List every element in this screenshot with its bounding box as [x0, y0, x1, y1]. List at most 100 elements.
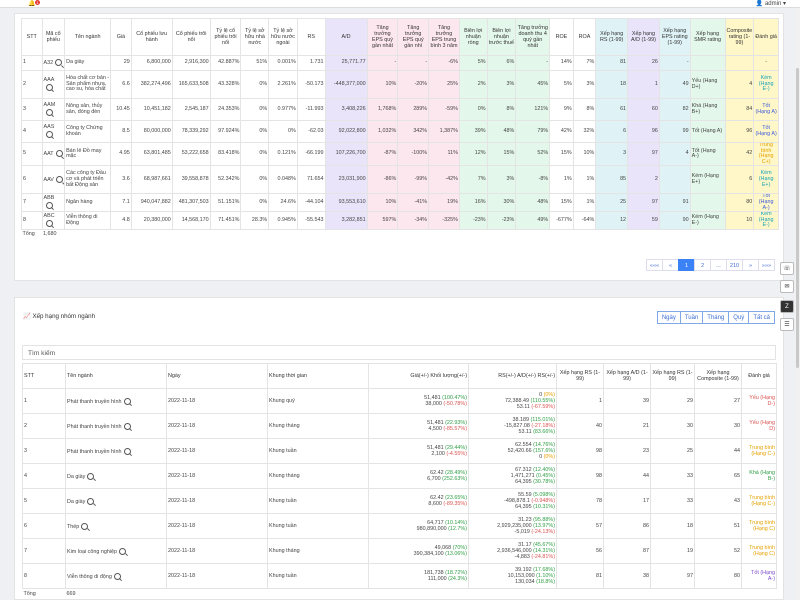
column-header[interactable]: RS(+/-) A/D(+/-) RS(+/-): [468, 363, 557, 389]
stock-code[interactable]: ABC: [44, 213, 55, 219]
table-row[interactable]: 1 Phát thanh truyền hình 2022-11-18 Khung q…: [22, 388, 777, 414]
search-icon[interactable]: [45, 108, 53, 116]
column-header[interactable]: Đánh giá: [753, 18, 779, 56]
column-header[interactable]: Tăng trưởng doanh thu 4 quý gần nhất: [515, 18, 551, 56]
tab-period[interactable]: Ngày: [656, 311, 681, 324]
page-link[interactable]: 210: [726, 259, 743, 271]
column-header[interactable]: Xếp hạng SMR rating: [689, 18, 726, 56]
stock-code[interactable]: AAM: [44, 102, 56, 108]
stock-code[interactable]: ABB: [44, 195, 55, 201]
table-row[interactable]: 7 ABB Ngân hàng 7.1 940,047,882 481,307,503 51…: [21, 193, 779, 213]
column-header[interactable]: STT: [21, 18, 43, 56]
column-header[interactable]: Tăng trưởng EPS trung bình 3 năm: [428, 18, 460, 56]
search-icon[interactable]: [45, 83, 53, 91]
search-icon[interactable]: [119, 547, 127, 555]
table-row[interactable]: 4 Da giày 2022-11-18 Khung tháng 62.42 (28.4…: [22, 463, 777, 489]
page-link[interactable]: «««: [646, 259, 663, 271]
industry-name[interactable]: Thép: [67, 523, 79, 529]
column-header[interactable]: Tăng trưởng EPS quý gần nhất: [366, 18, 399, 56]
page-link[interactable]: 2: [694, 259, 711, 271]
user-menu[interactable]: 👤 admin ▾: [756, 0, 786, 7]
page-link[interactable]: »: [742, 259, 759, 271]
column-header[interactable]: Đánh giá: [741, 363, 777, 389]
column-header[interactable]: Tỷ lệ sở hữu nhà nước: [240, 18, 270, 56]
search-icon[interactable]: [55, 59, 63, 67]
stock-code[interactable]: AAS: [44, 124, 55, 130]
column-header[interactable]: A/D: [324, 18, 368, 56]
page-scrollbar[interactable]: [795, 8, 800, 600]
search-icon[interactable]: [81, 522, 89, 530]
table-row[interactable]: 3 AAM Nông sản, thủy sản, đóng đèn 10.45 10,…: [21, 98, 779, 121]
table-row[interactable]: 5 AAT Bán lẻ Đồ may mặc 4.95 63,801,485 53,22…: [21, 141, 779, 167]
messenger-icon[interactable]: ✉: [780, 280, 794, 293]
search-icon[interactable]: [45, 130, 53, 138]
table-row[interactable]: 5 Da giày 2022-11-18 Khung tuần 62.42 (23.65…: [22, 488, 777, 514]
stock-code[interactable]: A32: [44, 60, 54, 66]
search-icon[interactable]: [123, 397, 131, 405]
column-header[interactable]: Giá: [110, 18, 132, 56]
column-header[interactable]: ROA: [572, 18, 597, 56]
column-header[interactable]: Xếp hạng A/D (1-99): [603, 363, 651, 389]
column-header[interactable]: Ngày: [166, 363, 268, 389]
column-header[interactable]: Xếp hạng RS (1-99): [556, 363, 604, 389]
table-row[interactable]: 2 AAA Hóa chất cơ bản - Sản phẩm nhựa, cao…: [21, 70, 779, 99]
column-header[interactable]: Composite rating (1-99): [724, 18, 755, 56]
search-icon[interactable]: [45, 201, 53, 209]
stock-code[interactable]: AAT: [44, 151, 54, 158]
chat-icon[interactable]: ☰: [780, 318, 794, 331]
search-icon[interactable]: [87, 497, 95, 505]
column-header[interactable]: Biên lợi nhuận trước thuế: [486, 18, 517, 56]
industry-name[interactable]: Da giày: [67, 498, 85, 504]
industry-name[interactable]: Viễn thông di động: [67, 573, 112, 579]
column-header[interactable]: Tên ngành: [64, 18, 112, 56]
tab-period[interactable]: Tháng: [702, 311, 730, 324]
column-header[interactable]: Mã cổ phiếu: [41, 18, 66, 56]
page-link[interactable]: ...: [710, 259, 727, 271]
column-header[interactable]: Biên lợi nhuận ròng: [458, 18, 488, 56]
column-header[interactable]: Tăng trưởng EPS quý gần nhì: [397, 18, 430, 56]
industry-name[interactable]: Phát thanh truyền hình: [67, 448, 122, 454]
column-header[interactable]: Xếp hạng Composite (1-99): [694, 363, 742, 389]
scrollbar-thumb[interactable]: [796, 68, 799, 368]
stock-code[interactable]: AAA: [44, 77, 55, 83]
table-row[interactable]: 8 Viễn thông di động 2022-11-18 Khung tuần 1…: [22, 563, 777, 589]
column-header[interactable]: Tỷ lệ sở hữu nước ngoài: [268, 18, 298, 56]
column-header[interactable]: Tên ngành: [65, 363, 167, 389]
column-header[interactable]: Tỷ lệ cổ phiếu trôi nổi: [209, 18, 242, 56]
column-header[interactable]: Giá(+/-) Khối lượng(+/-): [368, 363, 469, 389]
industry-name[interactable]: Phát thanh truyền hình: [67, 398, 122, 404]
column-header[interactable]: STT: [22, 363, 66, 389]
column-header[interactable]: Khung thời gian: [267, 363, 369, 389]
search-icon[interactable]: [55, 150, 63, 158]
tab-period[interactable]: Tuần: [679, 311, 704, 324]
column-header[interactable]: Xếp hạng RS (1-99): [650, 363, 695, 389]
table-row[interactable]: 4 AAS Công ty Chứng khoán 8.5 80,000,000 78,3…: [21, 120, 779, 143]
search-icon[interactable]: [45, 219, 53, 227]
stock-code[interactable]: AAV: [44, 177, 54, 183]
table-row[interactable]: 6 AAV Các công ty Đầu cơ và phát triển bất…: [21, 165, 779, 195]
table-row[interactable]: 6 Thép 2022-11-18 Khung tuần 64,717 (10.14%)…: [22, 513, 777, 539]
bell-icon[interactable]: 🔔1: [28, 0, 40, 7]
tab-period[interactable]: Tất cả: [748, 311, 775, 324]
search-icon[interactable]: [55, 176, 63, 184]
table-row[interactable]: 8 ABC Viễn thông di Động 4.8 20,380,000 14,56…: [21, 211, 779, 230]
search-icon[interactable]: [113, 572, 121, 580]
zalo-icon[interactable]: Z: [780, 300, 794, 313]
page-link[interactable]: »»»: [758, 259, 775, 271]
page-link[interactable]: 1: [678, 259, 695, 271]
search-icon[interactable]: [123, 422, 131, 430]
table-row[interactable]: 1 A32 Da giày 29 6,800,000 2,916,300 42.887% 51…: [21, 55, 779, 71]
tab-period[interactable]: Quý: [728, 311, 750, 324]
column-header[interactable]: Cổ phiếu lưu hành: [130, 18, 173, 56]
search-icon[interactable]: [123, 447, 131, 455]
table-row[interactable]: 3 Phát thanh truyền hình 2022-11-18 Khung t…: [22, 438, 777, 464]
industry-name[interactable]: Phát thanh truyền hình: [67, 423, 122, 429]
search-input[interactable]: Tìm kiếm: [22, 345, 776, 360]
column-header[interactable]: Xếp hạng A/D (1-99): [627, 18, 660, 56]
column-header[interactable]: Xếp hạng RS (1-99): [595, 18, 629, 56]
column-header[interactable]: Xếp hạng EPS rating (1-99): [658, 18, 691, 56]
table-row[interactable]: 7 Kim loại công nghiệp 2022-11-18 Khung thá…: [22, 538, 777, 564]
column-header[interactable]: Cổ phiếu trôi nổi: [171, 18, 211, 56]
phone-icon[interactable]: ☏: [780, 262, 794, 275]
industry-name[interactable]: Da giày: [67, 473, 85, 479]
